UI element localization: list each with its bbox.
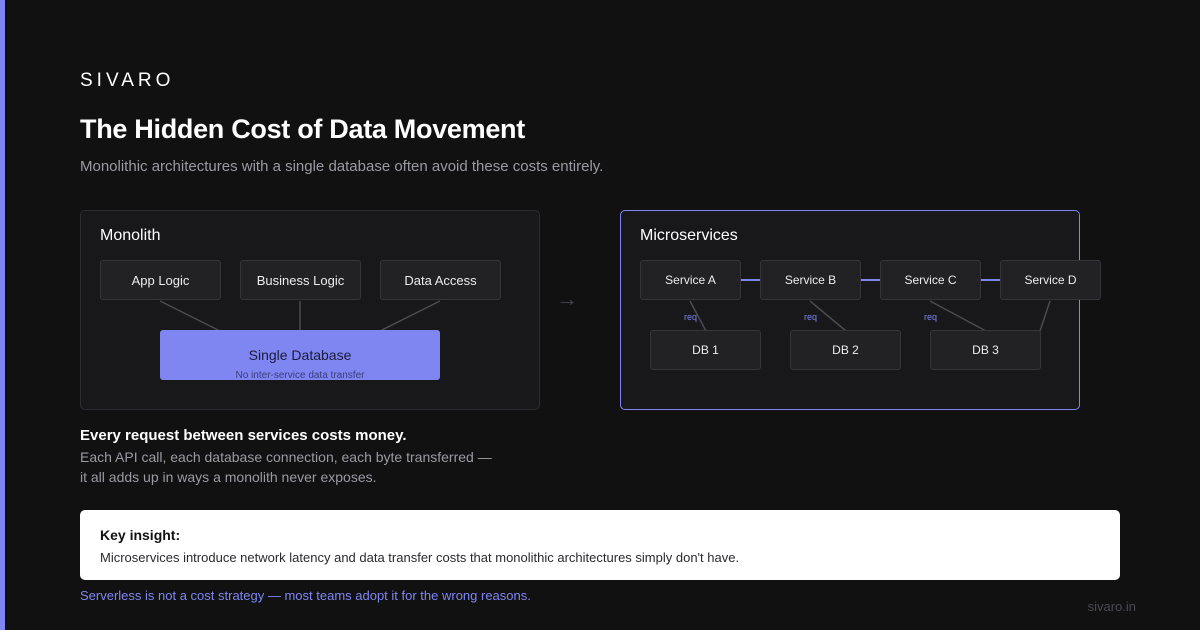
single-database-note: No inter-service data transfer bbox=[235, 370, 365, 380]
req-label-c: req bbox=[924, 312, 938, 322]
page-subtitle: Monolithic architectures with a single d… bbox=[80, 158, 604, 175]
arrow-icon: → bbox=[556, 286, 578, 311]
cost-heading: Every request between services costs mon… bbox=[80, 427, 407, 444]
cost-text-line-2: it all adds up in ways a monolith never … bbox=[80, 469, 377, 485]
node-app-logic: App Logic bbox=[100, 260, 221, 300]
link-service-c-db3 bbox=[929, 300, 987, 332]
key-insight-title: Key insight: bbox=[100, 527, 181, 543]
node-business-logic: Business Logic bbox=[240, 260, 361, 300]
node-service-d: Service D bbox=[1000, 260, 1101, 300]
monolith-title: Monolith bbox=[100, 227, 161, 244]
node-service-b: Service B bbox=[760, 260, 861, 300]
key-insight-box: Key insight: Microservices introduce net… bbox=[80, 510, 1120, 580]
site-url: sivaro.in bbox=[1087, 599, 1136, 614]
link-service-d-db3 bbox=[1039, 300, 1051, 332]
node-service-a: Service A bbox=[640, 260, 741, 300]
monolith-panel: Monolith App Logic Business Logic Data A… bbox=[80, 210, 540, 410]
link-data-access-db bbox=[379, 300, 441, 332]
node-db-3: DB 3 bbox=[930, 330, 1041, 370]
node-service-c: Service C bbox=[880, 260, 981, 300]
req-label-b: req bbox=[804, 312, 818, 322]
node-db-2: DB 2 bbox=[790, 330, 901, 370]
single-database: Single Database No inter-service data tr… bbox=[160, 330, 440, 380]
microservices-panel: Microservices Service A Service B Servic… bbox=[620, 210, 1101, 410]
cost-text-line-1: Each API call, each database connection,… bbox=[80, 449, 492, 465]
key-insight-text: Microservices introduce network latency … bbox=[100, 550, 740, 565]
node-data-access: Data Access bbox=[380, 260, 501, 300]
accent-bar bbox=[0, 0, 5, 630]
req-label-a: req bbox=[684, 312, 698, 322]
brand-logo: SIVARO bbox=[80, 70, 175, 91]
single-database-label: Single Database bbox=[248, 347, 352, 363]
node-db-1: DB 1 bbox=[650, 330, 761, 370]
page-title: The Hidden Cost of Data Movement bbox=[80, 114, 525, 144]
footer-note: Serverless is not a cost strategy — most… bbox=[80, 588, 531, 603]
microservices-title: Microservices bbox=[640, 227, 738, 244]
link-app-logic-db bbox=[159, 300, 221, 332]
